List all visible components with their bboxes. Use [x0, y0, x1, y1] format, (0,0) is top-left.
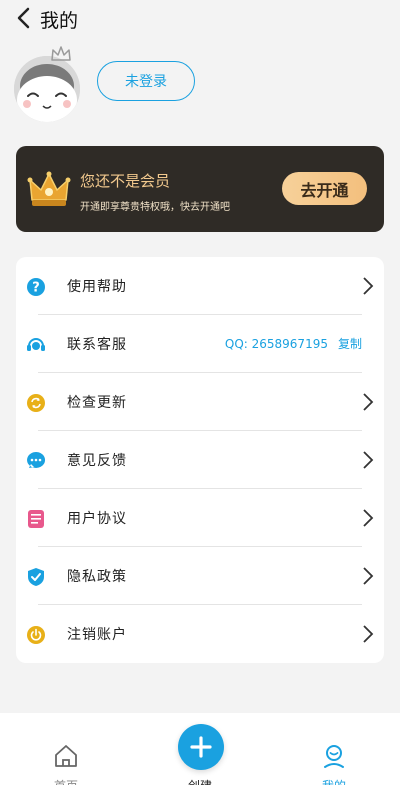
menu-item-label: 用户协议 [67, 511, 127, 527]
document-icon [28, 510, 44, 528]
settings-menu: ? 使用帮助 联系客服 QQ: 2658967195 复制 检查更新 意见反馈 用… [16, 257, 384, 663]
back-arrow-icon [17, 7, 30, 29]
update-icon [27, 394, 45, 412]
menu-item-label: 注销账户 [67, 627, 127, 643]
profile-icon [324, 745, 344, 768]
power-icon [27, 626, 45, 644]
tab-label: 我的 [274, 777, 394, 785]
crown-icon [51, 46, 71, 61]
avatar-image [14, 56, 80, 122]
plus-icon [190, 736, 212, 758]
chevron-right-icon [363, 277, 374, 295]
chevron-right-icon [363, 567, 374, 585]
vip-crown-icon [27, 171, 71, 206]
help-icon: ? [27, 278, 45, 296]
menu-item-user-agreement[interactable]: 用户协议 [16, 489, 384, 547]
chevron-right-icon [363, 625, 374, 643]
feedback-icon [27, 452, 46, 468]
chevron-right-icon [363, 393, 374, 411]
top-bar: 我的 [0, 0, 400, 36]
page-title: 我的 [40, 10, 79, 32]
shield-icon [28, 568, 44, 586]
tab-mine[interactable]: 我的 [274, 713, 394, 785]
menu-item-help[interactable]: ? 使用帮助 [16, 257, 384, 315]
menu-item-privacy-policy[interactable]: 隐私政策 [16, 547, 384, 605]
menu-item-delete-account[interactable]: 注销账户 [16, 605, 384, 663]
menu-item-label: 使用帮助 [67, 279, 127, 295]
menu-item-label: 联系客服 [67, 337, 127, 353]
tab-label: 首页 [6, 777, 126, 785]
home-icon [55, 745, 77, 767]
chevron-right-icon [363, 451, 374, 469]
open-vip-button[interactable]: 去开通 [282, 172, 367, 205]
menu-item-label: 隐私政策 [67, 569, 127, 585]
qq-number: QQ: 2658967195 [224, 337, 328, 351]
svg-text:?: ? [32, 281, 40, 296]
customer-service-icon [27, 338, 45, 351]
chevron-right-icon [363, 509, 374, 527]
menu-item-update[interactable]: 检查更新 [16, 373, 384, 431]
login-button[interactable]: 未登录 [97, 61, 195, 101]
cat-face-icon [14, 56, 80, 122]
qq-contact: QQ: 2658967195 复制 [225, 335, 362, 352]
copy-button[interactable]: 复制 [338, 337, 362, 351]
vip-subtitle: 开通即享尊贵特权哦，快去开通吧 [80, 202, 230, 213]
create-button[interactable] [178, 724, 224, 770]
tab-home[interactable]: 首页 [6, 713, 126, 785]
menu-item-contact[interactable]: 联系客服 QQ: 2658967195 复制 [16, 315, 384, 373]
menu-item-label: 意见反馈 [67, 453, 127, 469]
vip-title: 您还不是会员 [80, 172, 171, 190]
avatar[interactable] [14, 44, 86, 122]
menu-item-label: 检查更新 [67, 395, 127, 411]
vip-banner[interactable]: 您还不是会员 开通即享尊贵特权哦，快去开通吧 去开通 [16, 146, 384, 232]
tab-label: 创建 [140, 777, 260, 785]
back-button[interactable] [10, 4, 36, 32]
menu-item-feedback[interactable]: 意见反馈 [16, 431, 384, 489]
